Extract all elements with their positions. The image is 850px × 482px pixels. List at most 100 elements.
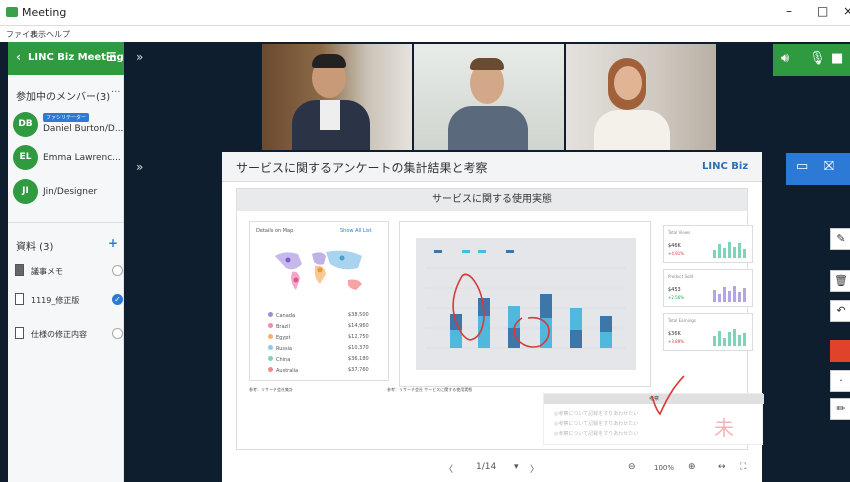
map-panel: Details on Map Show All List Canada $38,5… [249, 221, 389, 381]
mic-icon[interactable]: 🎙︎ [809, 51, 826, 66]
annotation-toolbar: ✎ 🗑︎ ↶ · ✏︎ [826, 220, 850, 430]
app-window: Meeting – □ × ファイル 表示 ヘルプ ‹ LINC Biz Mee… [0, 0, 850, 482]
caption-chart: 参考：リサーチ会社 サービスに関する使用実態 [387, 387, 473, 392]
pencil-icon[interactable]: ✏︎ [830, 398, 850, 420]
map-link: Show All List [340, 228, 372, 234]
more-icon[interactable]: ··· [111, 87, 121, 98]
menu-view[interactable]: 表示 [30, 29, 46, 40]
role-badge: ファシリテーター [43, 113, 90, 122]
collapse-panel-icon[interactable]: » [136, 160, 143, 174]
video-tile[interactable] [566, 44, 716, 150]
bar-chart [416, 238, 636, 370]
country-row: Australia $37,760 [268, 367, 369, 374]
doc-radio[interactable] [112, 265, 123, 276]
view-controls: ▭ ⛝ [786, 153, 850, 185]
member-name: Daniel Burton/D... [43, 124, 124, 134]
country-row: China $36,180 [268, 356, 369, 363]
back-icon[interactable]: ‹ [16, 50, 21, 64]
doc-label: 議事メモ [31, 267, 63, 276]
close-button[interactable]: × [843, 4, 850, 18]
doc-radio[interactable] [112, 328, 123, 339]
document-icon [15, 327, 24, 339]
minimize-button[interactable]: – [786, 4, 792, 18]
maximize-button[interactable]: □ [817, 4, 828, 18]
app-icon [6, 7, 18, 17]
slide-subtitle: サービスに関する使用実態 [237, 189, 747, 211]
member-name: Jin/Designer [43, 187, 98, 197]
note-line: ◎考察について記録をすりあわせたい [554, 421, 639, 427]
note-line: ◎考察について記録をすりあわせたい [554, 411, 639, 417]
sidebar: ‹ LINC Biz Meeting ☰ 参加中のメンバー(3) ··· DB … [8, 42, 124, 482]
brand-logo: LINC Biz [702, 161, 749, 172]
page-menu-button[interactable]: ▾ [514, 462, 519, 472]
page-indicator: 1/14 [476, 462, 497, 472]
member-item[interactable]: EL Emma Lawrenc... [13, 145, 123, 173]
avatar: JI [13, 179, 38, 204]
color-swatch[interactable] [830, 340, 850, 362]
docs-title: 資料 (3) [16, 242, 54, 253]
document-icon [15, 293, 24, 305]
doc-label: 仕様の修正内容 [31, 330, 87, 339]
members-title: 参加中のメンバー(3) [16, 92, 111, 103]
bar-chart-svg [426, 250, 626, 349]
menu-bar: ファイル 表示 ヘルプ [0, 26, 850, 42]
sidebar-header[interactable]: ‹ LINC Biz Meeting ☰ [8, 42, 124, 75]
window-icon[interactable]: ▭ [796, 159, 808, 174]
trash-icon[interactable]: 🗑︎ [830, 270, 850, 292]
member-item[interactable]: DB ファシリテーター Daniel Burton/D... [13, 112, 123, 140]
line-weight-icon[interactable]: · [830, 370, 850, 392]
kpi-card: Product Sold $453 +2.56% [663, 269, 753, 307]
doc-item[interactable]: 1119_修正版 ✓ [15, 293, 123, 309]
kpi-sparkbars [713, 329, 746, 346]
video-strip: » [124, 42, 850, 150]
slide-footer: 〈 1/14 ▾ 〉 ⊖ 100% ⊕ ↔ ⛶ [222, 452, 762, 482]
note-line: ◎考察について記録をすりあわせたい [554, 431, 639, 437]
divider [8, 222, 124, 223]
share-off-icon[interactable]: ⛝ [824, 159, 834, 174]
kpi-card: Total Views $46K +4.91% [663, 225, 753, 263]
zoom-level: 100% [654, 464, 675, 472]
slide-title: サービスに関するアンケートの集計結果と考察 [236, 161, 488, 175]
fit-width-button[interactable]: ↔ [718, 462, 726, 472]
member-item[interactable]: JI Jin/Designer [13, 179, 123, 207]
note-header: 考察 [544, 394, 764, 404]
title-bar: Meeting – □ × [0, 0, 850, 26]
map-title: Details on Map [256, 228, 294, 234]
doc-item[interactable]: 仕様の修正内容 [15, 327, 123, 343]
media-controls: 🔊︎ 🎙︎ ■ [773, 44, 850, 76]
doc-label: 1119_修正版 [31, 296, 80, 305]
avatar: DB [13, 112, 38, 137]
kpi-card: Total Earnings $36K +3.89% [663, 313, 753, 351]
country-row: Canada $38,500 [268, 312, 369, 319]
camera-icon[interactable]: ■ [831, 51, 843, 66]
collapse-video-icon[interactable]: » [136, 50, 143, 64]
menu-help[interactable]: ヘルプ [46, 29, 70, 40]
doc-item[interactable]: 議事メモ [15, 264, 123, 280]
window-title: Meeting [22, 6, 67, 19]
bar-chart-panel [399, 221, 651, 387]
hamburger-menu-icon[interactable]: ☰ [106, 50, 117, 64]
country-row: Brazil $14,960 [268, 323, 369, 330]
speaker-icon[interactable]: 🔊︎ [781, 51, 789, 66]
add-doc-button[interactable]: + [108, 236, 118, 250]
kpi-sparkbars [713, 286, 746, 302]
country-row: Russia $10,370 [268, 345, 369, 352]
zoom-in-button[interactable]: ⊕ [688, 462, 696, 472]
video-tile[interactable] [414, 44, 564, 150]
prev-page-button[interactable]: 〈 [444, 462, 453, 475]
shared-slide: サービスに関するアンケートの集計結果と考察 LINC Biz サービスに関する使… [222, 152, 764, 482]
video-tile[interactable] [262, 44, 412, 150]
slide-header: サービスに関するアンケートの集計結果と考察 LINC Biz [222, 152, 762, 182]
slide-body: サービスに関する使用実態 Details on Map Show All Lis… [236, 188, 764, 450]
next-page-button[interactable]: 〉 [530, 462, 539, 475]
country-row: Egypt $12,750 [268, 334, 369, 341]
doc-radio-selected[interactable]: ✓ [112, 294, 123, 305]
pen-select-icon[interactable]: ✎ [830, 228, 850, 250]
kpi-sparkbars [713, 242, 746, 258]
member-name: Emma Lawrenc... [43, 153, 121, 163]
zoom-out-button[interactable]: ⊖ [628, 462, 636, 472]
fullscreen-button[interactable]: ⛶ [740, 462, 746, 472]
memo-icon [15, 264, 24, 276]
caption-left: 参考：リサーチ会社集計 [249, 387, 293, 392]
undo-icon[interactable]: ↶ [830, 300, 850, 322]
